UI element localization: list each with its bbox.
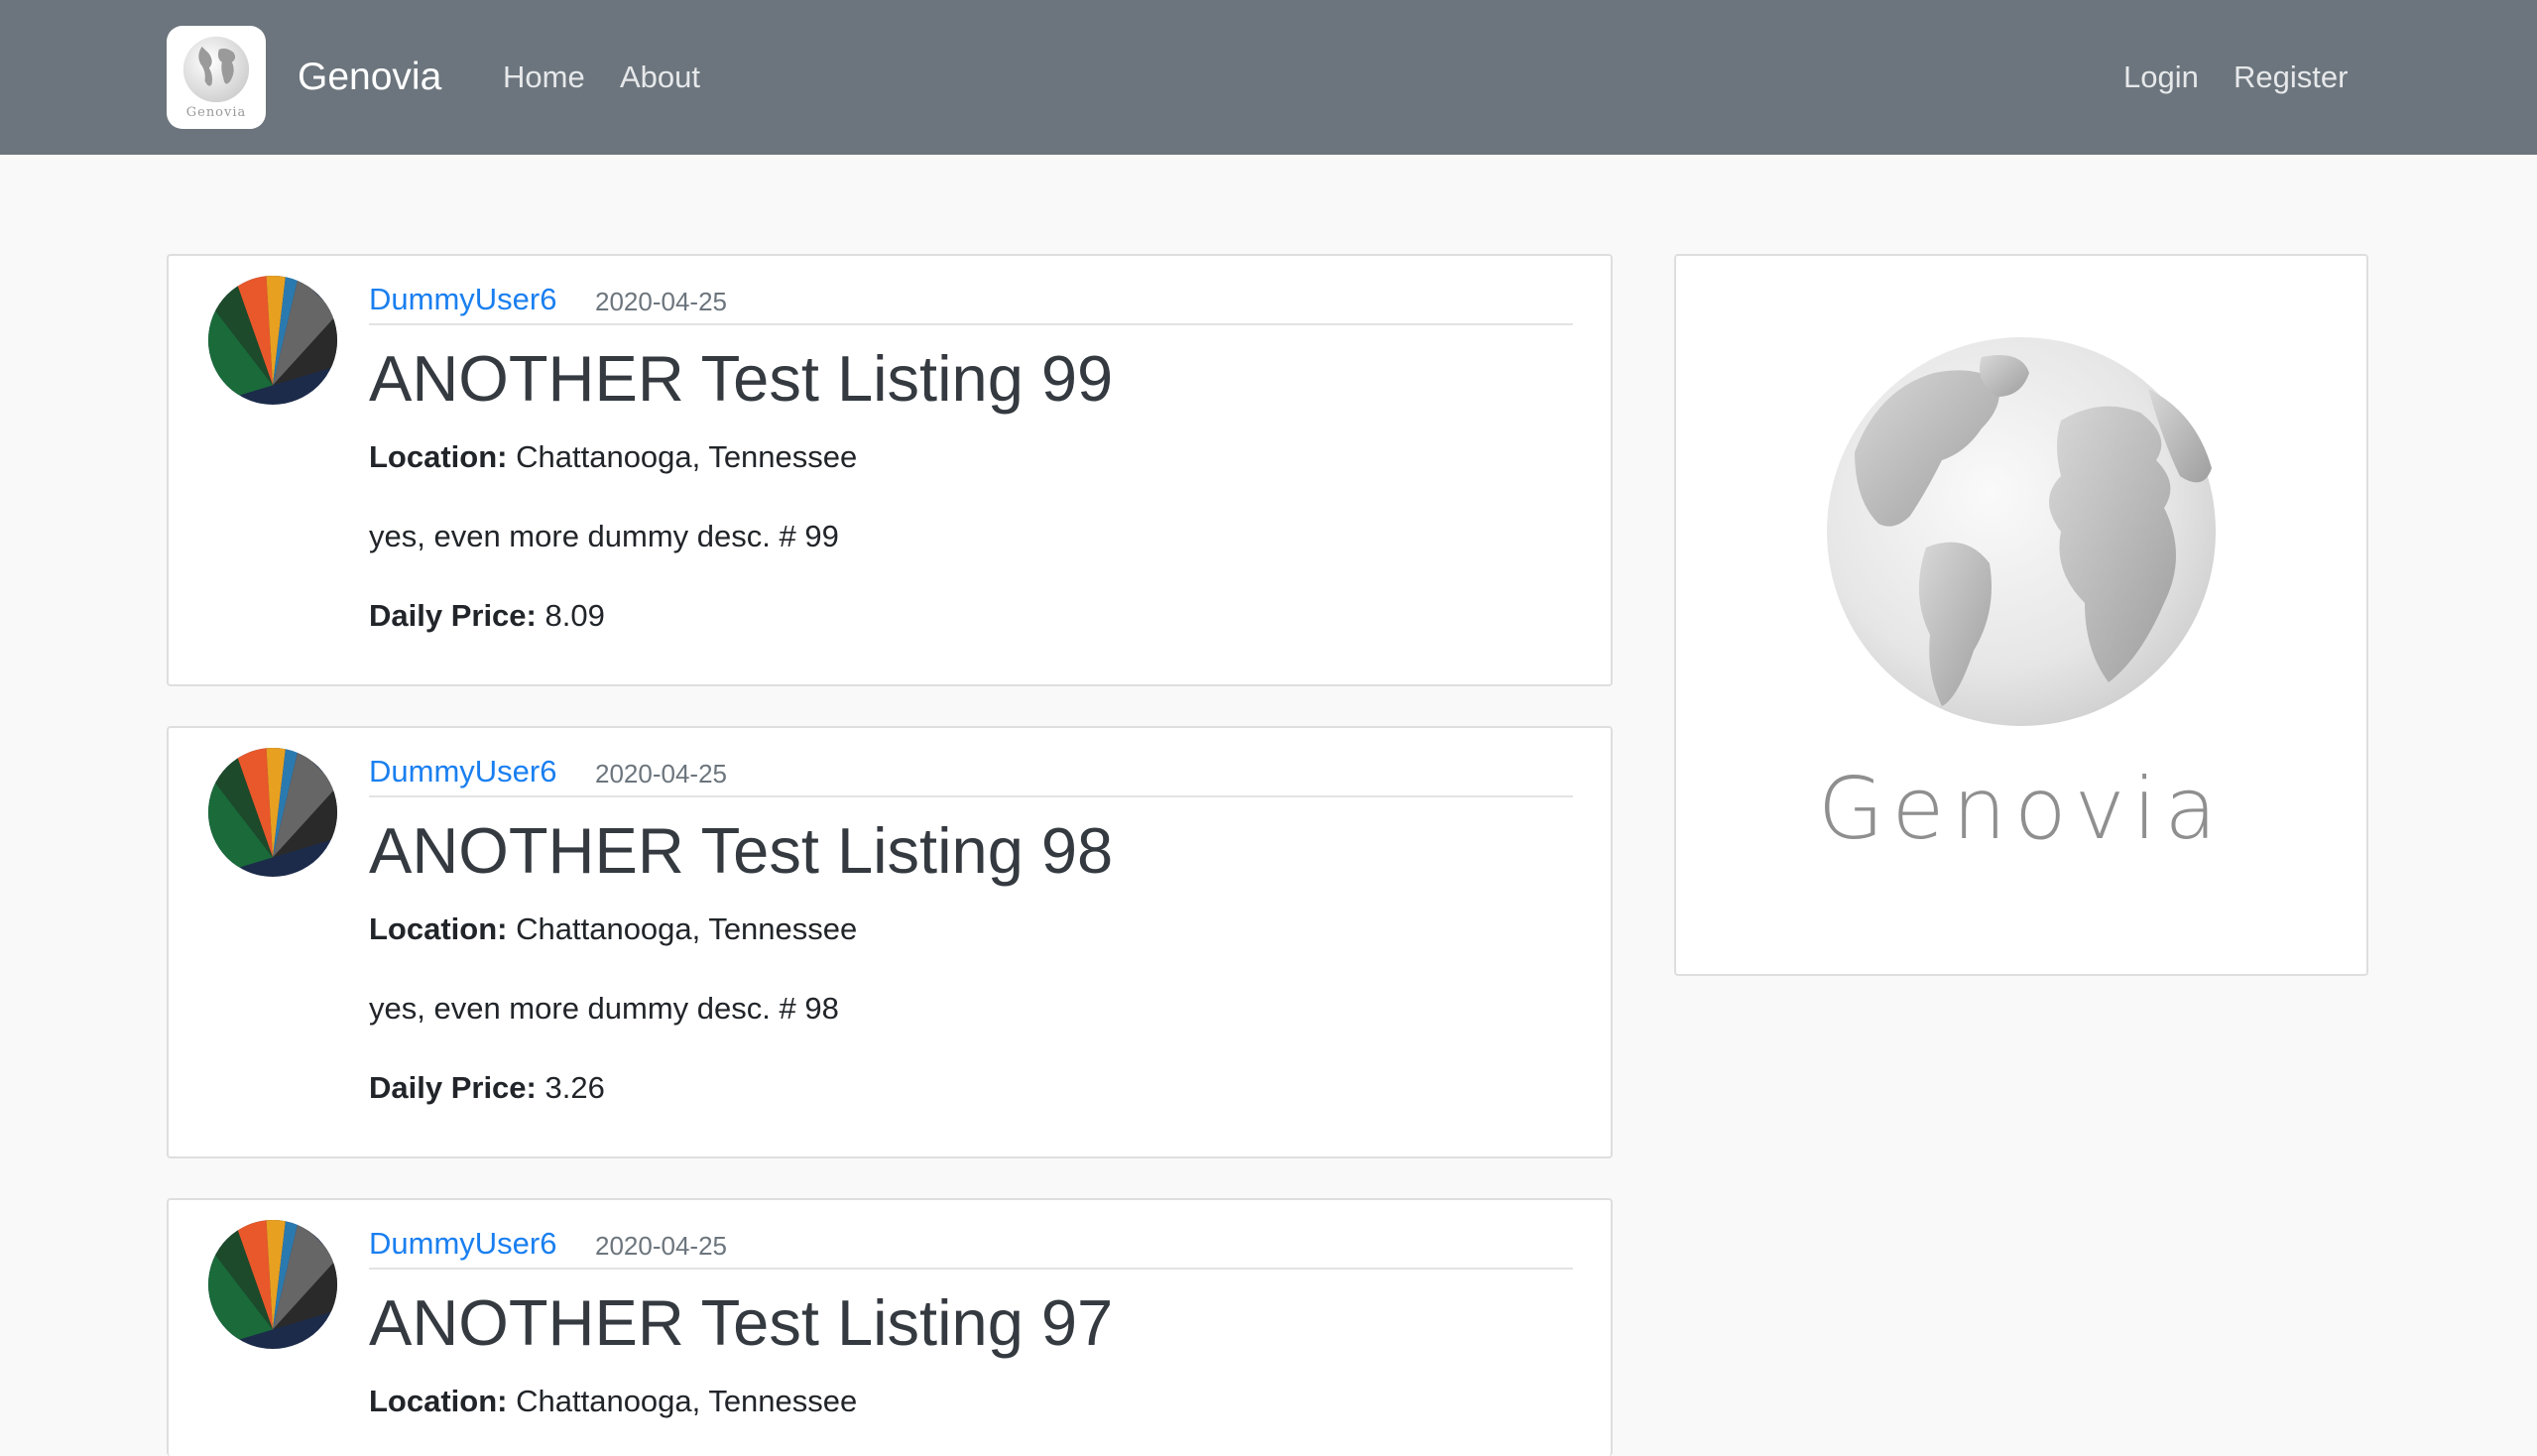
location-value: Chattanooga, Tennessee bbox=[507, 911, 858, 946]
price-label: Daily Price: bbox=[369, 1070, 537, 1105]
listing-location: Location: Chattanooga, Tennessee bbox=[369, 909, 857, 950]
listing-description: yes, even more dummy desc. # 99 bbox=[369, 519, 839, 553]
globe-icon bbox=[1827, 337, 2216, 726]
globe-icon bbox=[182, 36, 250, 103]
location-label: Location: bbox=[369, 439, 508, 474]
listing-date: 2020-04-25 bbox=[595, 287, 727, 316]
author-link[interactable]: DummyUser6 bbox=[369, 748, 556, 795]
listing-meta: DummyUser6 2020-04-25 bbox=[369, 1220, 1573, 1270]
listing-price: Daily Price: 8.09 bbox=[369, 595, 605, 637]
listing-card: DummyUser6 2020-04-25 ANOTHER Test Listi… bbox=[167, 254, 1613, 686]
price-label: Daily Price: bbox=[369, 598, 537, 633]
nav-home[interactable]: Home bbox=[503, 52, 585, 103]
price-value: 8.09 bbox=[536, 598, 605, 633]
logo[interactable]: Genovia bbox=[167, 26, 266, 129]
location-value: Chattanooga, Tennessee bbox=[507, 439, 858, 474]
listing-meta: DummyUser6 2020-04-25 bbox=[369, 748, 1573, 797]
location-label: Location: bbox=[369, 911, 508, 946]
brand-link[interactable]: Genovia bbox=[298, 50, 441, 105]
navbar: Genovia Genovia Home About Login Registe… bbox=[0, 0, 2537, 155]
listing-price: Daily Price: 3.26 bbox=[369, 1067, 605, 1109]
nav-about[interactable]: About bbox=[620, 52, 700, 103]
listing-date: 2020-04-25 bbox=[595, 1231, 727, 1261]
logo-text: Genovia bbox=[185, 105, 247, 120]
nav-register[interactable]: Register bbox=[2234, 52, 2348, 103]
sidebar-logo-text: Genovia bbox=[1817, 760, 2226, 859]
avatar[interactable] bbox=[208, 276, 337, 405]
listing-title[interactable]: ANOTHER Test Listing 97 bbox=[369, 1281, 1113, 1365]
price-value: 3.26 bbox=[536, 1070, 605, 1105]
listing-card: DummyUser6 2020-04-25 ANOTHER Test Listi… bbox=[167, 1198, 1613, 1456]
listing-date: 2020-04-25 bbox=[595, 759, 727, 789]
listing-location: Location: Chattanooga, Tennessee bbox=[369, 1381, 857, 1422]
listing-meta: DummyUser6 2020-04-25 bbox=[369, 276, 1573, 325]
listing-description: yes, even more dummy desc. # 98 bbox=[369, 991, 839, 1026]
location-label: Location: bbox=[369, 1384, 508, 1418]
listing-title[interactable]: ANOTHER Test Listing 99 bbox=[369, 337, 1113, 421]
author-link[interactable]: DummyUser6 bbox=[369, 1220, 556, 1268]
author-link[interactable]: DummyUser6 bbox=[369, 276, 556, 323]
avatar[interactable] bbox=[208, 1220, 337, 1349]
avatar[interactable] bbox=[208, 748, 337, 877]
listing-location: Location: Chattanooga, Tennessee bbox=[369, 436, 857, 478]
listing-card: DummyUser6 2020-04-25 ANOTHER Test Listi… bbox=[167, 726, 1613, 1158]
location-value: Chattanooga, Tennessee bbox=[507, 1384, 858, 1418]
sidebar-logo-card: Genovia bbox=[1674, 254, 2368, 976]
listing-title[interactable]: ANOTHER Test Listing 98 bbox=[369, 809, 1113, 893]
nav-login[interactable]: Login bbox=[2123, 52, 2199, 103]
